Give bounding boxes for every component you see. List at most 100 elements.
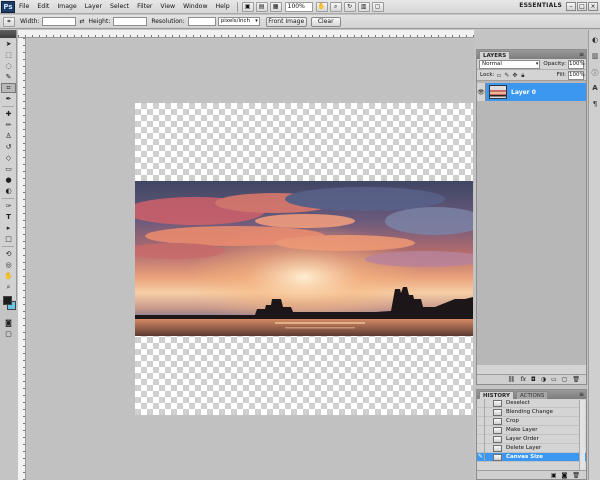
swap-dimensions-icon[interactable]: ⇄ xyxy=(79,18,84,25)
menu-view[interactable]: View xyxy=(156,0,179,14)
maximize-icon[interactable]: □ xyxy=(577,2,587,11)
history-item[interactable]: Blending Change xyxy=(477,407,586,417)
front-image-button[interactable]: Front Image xyxy=(265,16,307,27)
zoom-tool-icon[interactable]: ⌕ xyxy=(1,282,16,292)
healing-brush-tool-icon[interactable]: ✚ xyxy=(1,109,16,119)
history-item[interactable]: Deselect xyxy=(477,398,586,408)
history-item-selected[interactable]: ✎ Canvas Size xyxy=(477,452,586,462)
fill-field[interactable]: 100% xyxy=(568,70,585,80)
zoom-tool-icon[interactable]: ⌕ xyxy=(329,1,342,12)
resolution-unit-select[interactable]: pixels/inch xyxy=(217,17,260,26)
info-icon[interactable]: ⓘ xyxy=(590,68,600,78)
lock-position-icon[interactable]: ✥ xyxy=(511,72,518,79)
minibridge-icon[interactable]: ▤ xyxy=(255,1,268,12)
type-tool-icon[interactable]: T xyxy=(1,212,16,222)
eraser-tool-icon[interactable]: ◇ xyxy=(1,153,16,163)
layer-row[interactable]: 👁︎ Layer 0 xyxy=(477,83,586,101)
zoom-level-select[interactable]: 100% xyxy=(284,1,313,12)
brush-tool-icon[interactable]: ✏ xyxy=(1,120,16,130)
menu-image[interactable]: Image xyxy=(53,0,80,14)
adjustment-icon[interactable]: ◑ xyxy=(541,376,546,383)
pen-tool-icon[interactable]: ✑ xyxy=(1,201,16,211)
lasso-tool-icon[interactable]: ◌ xyxy=(1,61,16,71)
height-field[interactable] xyxy=(113,17,148,26)
histogram-icon[interactable]: ▥ xyxy=(590,52,600,62)
clone-stamp-tool-icon[interactable]: ♙ xyxy=(1,131,16,141)
menu-file[interactable]: File xyxy=(15,0,33,14)
screen-mode-icon[interactable]: ▢ xyxy=(371,1,384,12)
history-brush-source[interactable] xyxy=(477,443,485,453)
quick-mask-icon[interactable]: ◙ xyxy=(1,318,16,328)
menu-layer[interactable]: Layer xyxy=(81,0,106,14)
quick-selection-tool-icon[interactable]: ✎ xyxy=(1,72,16,82)
menu-filter[interactable]: Filter xyxy=(133,0,156,14)
trash-icon[interactable]: 🗑︎ xyxy=(572,472,580,479)
history-item[interactable]: Layer Order xyxy=(477,434,586,444)
menu-window[interactable]: Window xyxy=(179,0,211,14)
tab-history[interactable]: HISTORY xyxy=(479,391,514,399)
screen-mode-icon[interactable]: ▢ xyxy=(1,329,16,339)
panel-menu-icon[interactable]: ≡ xyxy=(579,50,584,59)
dodge-tool-icon[interactable]: ◐ xyxy=(1,186,16,196)
history-brush-source[interactable] xyxy=(477,416,485,426)
tab-actions[interactable]: ACTIONS xyxy=(515,391,549,399)
trash-icon[interactable]: 🗑︎ xyxy=(572,376,580,383)
paragraph-icon[interactable]: ¶ xyxy=(590,100,600,110)
marquee-tool-icon[interactable]: ⬚ xyxy=(1,50,16,60)
foreground-color-swatch[interactable] xyxy=(3,296,12,305)
document-canvas[interactable] xyxy=(135,103,473,415)
vertical-ruler[interactable] xyxy=(18,38,26,480)
3d-camera-tool-icon[interactable]: ◎ xyxy=(1,260,16,270)
eyedropper-tool-icon[interactable]: ✒ xyxy=(1,94,16,104)
opacity-field[interactable]: 100% xyxy=(568,59,585,69)
history-brush-tool-icon[interactable]: ↺ xyxy=(1,142,16,152)
bridge-icon[interactable]: ▣ xyxy=(241,1,254,12)
history-scrollbar[interactable] xyxy=(579,400,585,472)
blur-tool-icon[interactable]: ● xyxy=(1,175,16,185)
history-brush-source[interactable] xyxy=(477,425,485,435)
clear-button[interactable]: Clear xyxy=(310,16,341,27)
workspace-switcher[interactable]: ESSENTIALS xyxy=(519,2,562,9)
history-item[interactable]: Make Layer xyxy=(477,425,586,435)
horizontal-ruler[interactable] xyxy=(18,30,474,38)
rotate-view-icon[interactable]: ↻ xyxy=(343,1,356,12)
fx-icon[interactable]: fx xyxy=(520,376,526,383)
link-icon[interactable]: ⛓ xyxy=(508,376,516,383)
history-item[interactable]: Delete Layer xyxy=(477,443,586,453)
extras-icon[interactable]: ▦ xyxy=(269,1,282,12)
panel-menu-icon[interactable]: ≡ xyxy=(579,390,584,399)
tab-layers[interactable]: LAYERS xyxy=(479,51,511,59)
lock-pixels-icon[interactable]: ✎ xyxy=(503,72,510,79)
tools-panel-grip[interactable] xyxy=(0,30,16,38)
blend-mode-select[interactable]: Normal xyxy=(479,59,541,69)
history-brush-source[interactable] xyxy=(477,434,485,444)
menu-edit[interactable]: Edit xyxy=(33,0,53,14)
new-snapshot-icon[interactable]: ◙ xyxy=(562,472,568,479)
hand-tool-icon[interactable]: ✋ xyxy=(315,1,328,12)
eye-icon[interactable]: 👁︎ xyxy=(477,83,486,101)
navigator-icon[interactable]: ◐ xyxy=(590,36,600,46)
crop-tool-preset-icon[interactable]: ⌗ xyxy=(3,16,15,27)
width-field[interactable] xyxy=(42,17,77,26)
minimize-icon[interactable]: – xyxy=(566,2,576,11)
group-icon[interactable]: ▭ xyxy=(551,376,557,383)
lock-all-icon[interactable]: 🔒︎ xyxy=(519,72,526,79)
lock-transparency-icon[interactable]: ▫ xyxy=(495,72,502,79)
history-brush-source[interactable]: ✎ xyxy=(477,452,485,462)
layer-name[interactable]: Layer 0 xyxy=(511,89,536,96)
menu-help[interactable]: Help xyxy=(212,0,234,14)
gradient-tool-icon[interactable]: ▭ xyxy=(1,164,16,174)
history-item[interactable]: Crop xyxy=(477,416,586,426)
move-tool-icon[interactable]: ➤ xyxy=(1,39,16,49)
new-document-from-state-icon[interactable]: ▣ xyxy=(551,472,557,479)
hand-tool-icon[interactable]: ✋ xyxy=(1,271,16,281)
crop-tool-icon[interactable]: ⌗ xyxy=(1,83,16,93)
history-brush-source[interactable] xyxy=(477,407,485,417)
path-selection-tool-icon[interactable]: ▸ xyxy=(1,223,16,233)
close-icon[interactable]: × xyxy=(588,2,598,11)
mask-icon[interactable]: ◘ xyxy=(531,376,536,383)
shape-tool-icon[interactable]: □ xyxy=(1,234,16,244)
3d-rotate-tool-icon[interactable]: ⟲ xyxy=(1,249,16,259)
resolution-field[interactable] xyxy=(187,17,216,26)
menu-select[interactable]: Select xyxy=(106,0,133,14)
